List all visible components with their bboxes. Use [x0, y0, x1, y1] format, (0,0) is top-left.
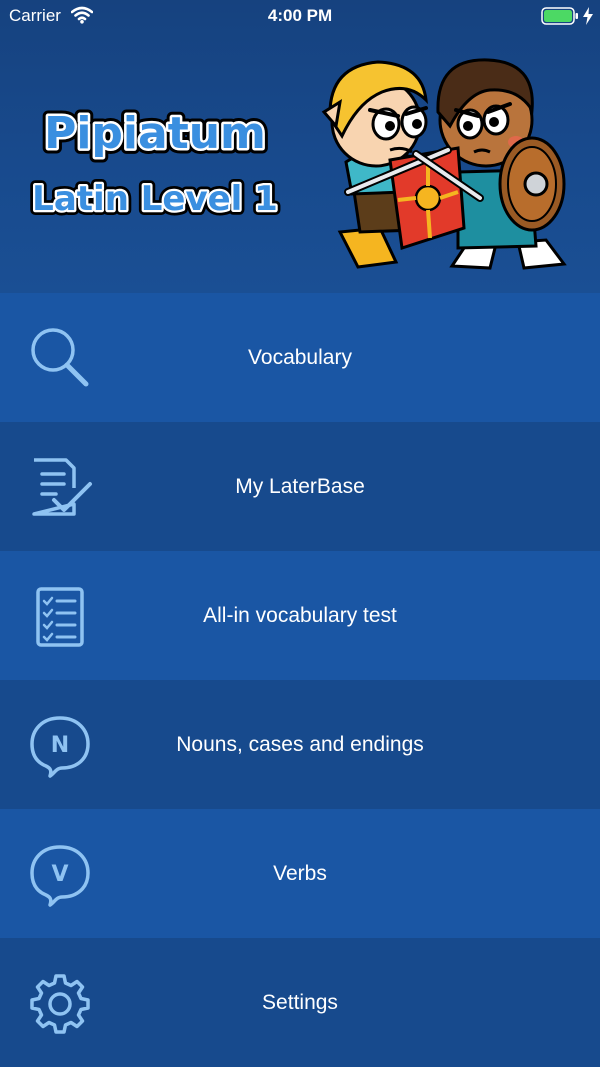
main-menu: Vocabulary My LaterBase All-in vocabular…	[0, 293, 600, 1067]
menu-item-label: Settings	[262, 991, 338, 1014]
battery-icon	[541, 7, 578, 25]
logo-subtitle: Latin Level 1	[32, 179, 278, 219]
round-shield	[498, 136, 566, 232]
status-bar: Carrier 4:00 PM	[0, 0, 600, 34]
menu-item-label: All-in vocabulary test	[203, 604, 397, 627]
logo-title: Pipiatum	[44, 108, 266, 159]
app-logo: Pipiatum Pipiatum Pipiatum Latin Level 1…	[30, 103, 283, 225]
menu-item-all-in-vocabulary-test[interactable]: All-in vocabulary test	[0, 551, 600, 680]
menu-item-label: My LaterBase	[235, 475, 365, 498]
charging-icon	[583, 7, 593, 25]
clock-time: 4:00 PM	[267, 6, 333, 25]
app-screen: Carrier 4:00 PM Pipiatum Pipiatum Pipiat…	[0, 0, 600, 1067]
mascots-illustration	[321, 58, 567, 270]
menu-item-vocabulary[interactable]: Vocabulary	[0, 293, 600, 422]
menu-item-settings[interactable]: Settings	[0, 938, 600, 1067]
menu-item-nouns-cases-endings[interactable]: N Nouns, cases and endings	[0, 680, 600, 809]
menu-item-label: Nouns, cases and endings	[176, 733, 424, 756]
menu-item-label: Vocabulary	[248, 346, 352, 369]
menu-item-label: Verbs	[273, 862, 327, 885]
header-banner: Carrier 4:00 PM Pipiatum Pipiatum Pipiat…	[0, 0, 600, 293]
menu-item-my-laterbase[interactable]: My LaterBase	[0, 422, 600, 551]
menu-item-verbs[interactable]: V Verbs	[0, 809, 600, 938]
